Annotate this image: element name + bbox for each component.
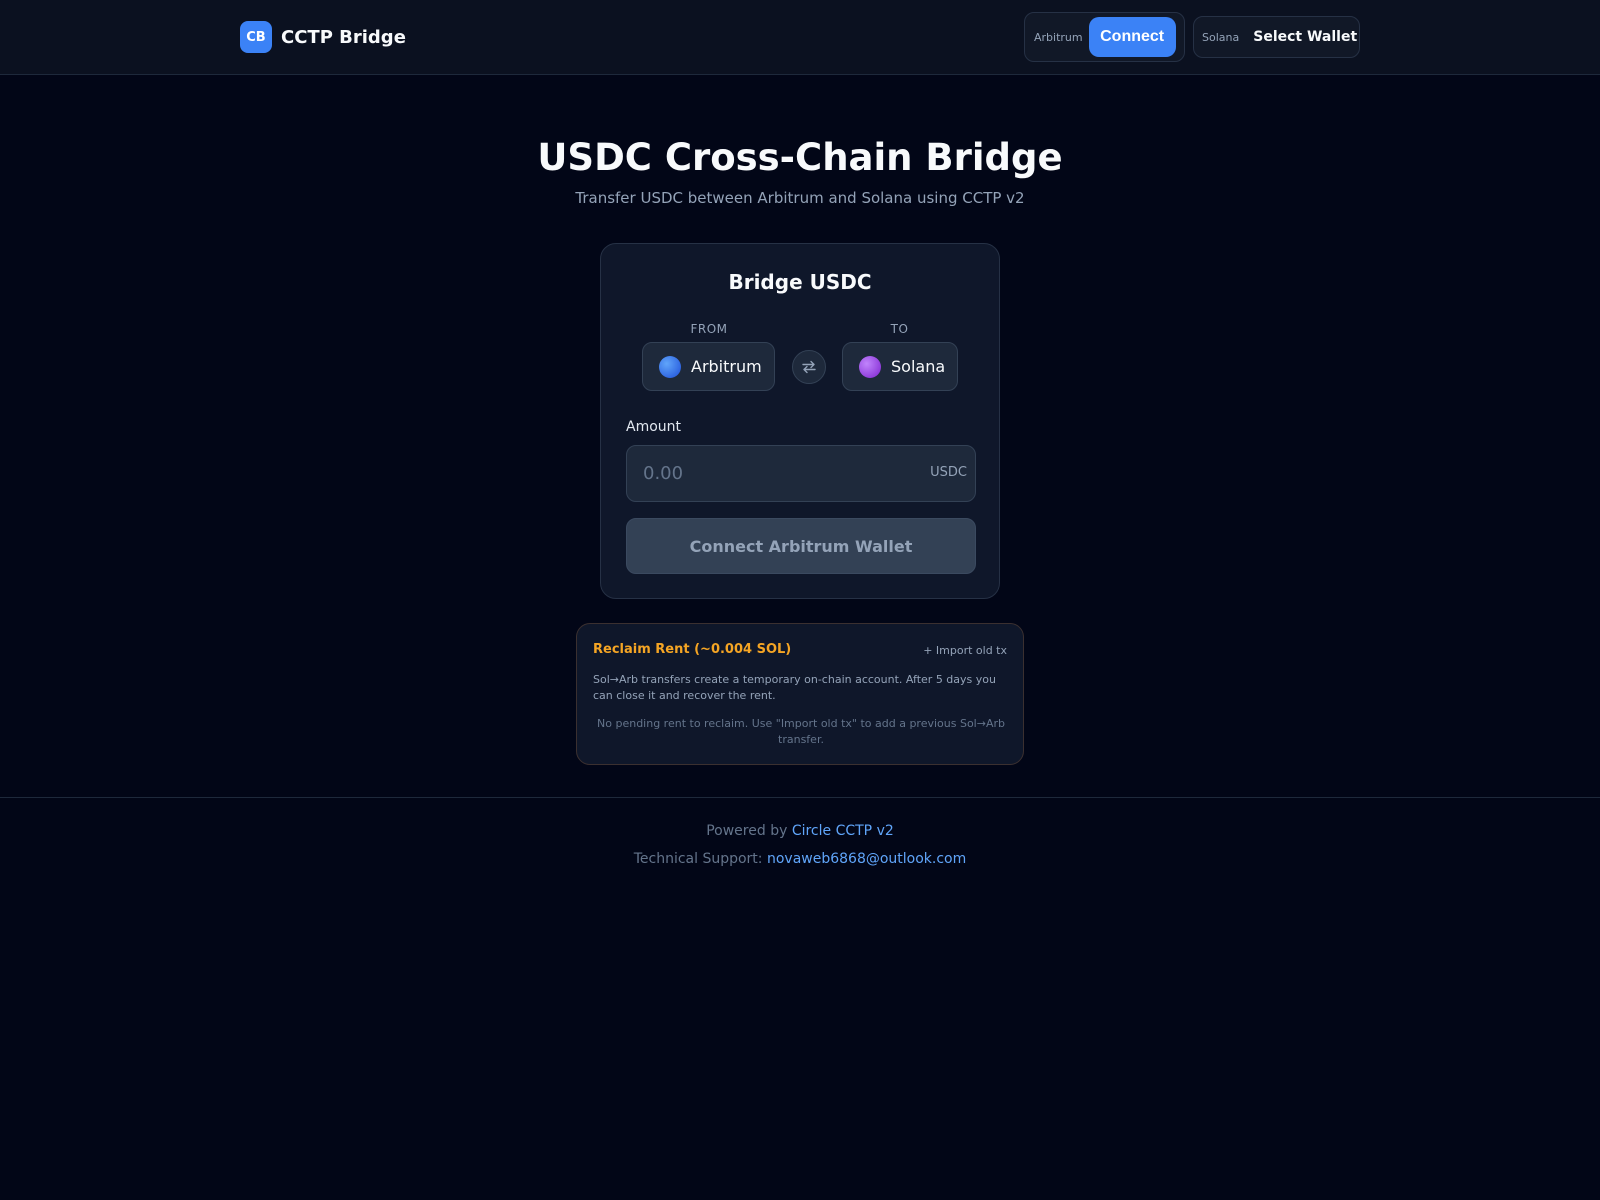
support-prefix: Technical Support: xyxy=(633,851,767,867)
to-label: TO xyxy=(890,322,909,336)
connect-arbitrum-wallet-button[interactable]: Connect Arbitrum Wallet xyxy=(626,518,976,574)
footer-powered-by: Powered by Circle CCTP v2 xyxy=(0,823,1600,839)
reclaim-description: Sol→Arb transfers create a temporary on-… xyxy=(593,673,996,702)
powered-by-prefix: Powered by xyxy=(706,823,792,839)
circle-cctp-link[interactable]: Circle CCTP v2 xyxy=(792,823,894,839)
amount-unit: USDC xyxy=(930,465,967,480)
reclaim-rent-card: Reclaim Rent (~0.004 SOL) + Import old t… xyxy=(576,623,1024,765)
to-chain-selector[interactable]: Solana xyxy=(842,342,958,391)
brand[interactable]: CB CCTP Bridge xyxy=(240,21,406,53)
to-chain-name: Solana xyxy=(891,357,946,376)
page-title: USDC Cross-Chain Bridge xyxy=(537,136,1063,179)
import-old-tx-link[interactable]: + Import old tx xyxy=(923,644,1007,657)
amount-input[interactable] xyxy=(627,446,907,501)
from-chain-selector[interactable]: Arbitrum xyxy=(642,342,775,391)
brand-logo: CB xyxy=(240,21,272,53)
arbitrum-connect-button[interactable]: Connect xyxy=(1088,17,1176,57)
solana-wallet-pill: Solana Select Wallet xyxy=(1193,16,1360,58)
purple-circle-icon xyxy=(859,355,881,378)
page-subtitle: Transfer USDC between Arbitrum and Solan… xyxy=(575,189,1025,207)
from-label: FROM xyxy=(690,322,728,336)
solana-select-wallet-button[interactable]: Select Wallet xyxy=(1253,29,1357,45)
arbitrum-wallet-label: Arbitrum xyxy=(1034,30,1083,44)
top-header: CB CCTP Bridge Arbitrum Connect Solana S… xyxy=(0,0,1600,75)
footer-divider xyxy=(0,797,1600,798)
from-chain-name: Arbitrum xyxy=(691,357,762,376)
footer-support: Technical Support: novaweb6868@outlook.c… xyxy=(0,851,1600,867)
reclaim-empty-message: No pending rent to reclaim. Use "Import … xyxy=(597,717,1005,746)
swap-direction-button[interactable] xyxy=(792,350,826,384)
amount-field-container: USDC xyxy=(626,445,976,502)
reclaim-rent-title: Reclaim Rent (~0.004 SOL) xyxy=(593,642,792,657)
support-email-link[interactable]: novaweb6868@outlook.com xyxy=(767,851,966,867)
arbitrum-wallet-pill: Arbitrum Connect xyxy=(1024,12,1185,62)
blue-circle-icon xyxy=(659,355,681,378)
solana-wallet-label: Solana xyxy=(1202,30,1240,44)
bridge-card-title: Bridge USDC xyxy=(728,270,872,294)
amount-label: Amount xyxy=(626,419,682,435)
swap-arrows-icon xyxy=(802,360,816,374)
bridge-card: Bridge USDC FROM TO Arbitrum Solana Amou… xyxy=(600,243,1000,599)
app-name: CCTP Bridge xyxy=(281,26,406,48)
